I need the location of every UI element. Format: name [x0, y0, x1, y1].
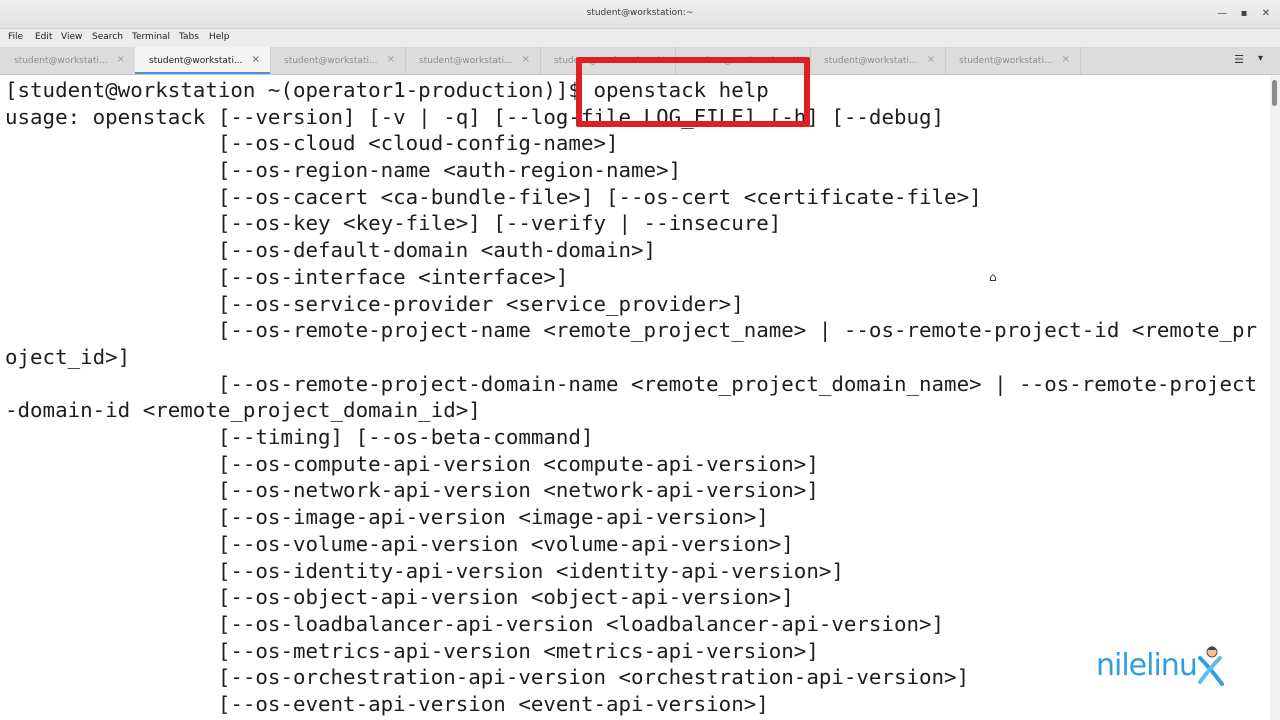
terminal-tab-active[interactable]: student@workstati... × — [135, 47, 271, 74]
tab-label: student@workstati... — [14, 56, 108, 66]
output-line: [--os-remote-project-domain-name <remote… — [5, 372, 1258, 396]
vertical-scrollbar[interactable] — [1270, 75, 1280, 720]
logo-x-icon — [1198, 646, 1224, 686]
tab-close-icon[interactable]: × — [387, 54, 395, 65]
text-cursor-icon: ⌂ — [989, 270, 997, 284]
output-line: [--os-object-api-version <object-api-ver… — [5, 585, 794, 609]
terminal-tab[interactable]: student@workstati... × — [405, 47, 541, 74]
tab-label: student@workstati... — [824, 56, 918, 66]
menu-tabs[interactable]: Tabs — [179, 32, 199, 42]
tab-close-icon[interactable]: × — [252, 54, 260, 65]
output-line: [--timing] [--os-beta-command] — [5, 425, 594, 449]
tab-label: student@workstati... — [959, 56, 1053, 66]
tab-label: student@workstati... — [149, 56, 243, 66]
close-icon[interactable]: ✕ — [1258, 6, 1274, 22]
tab-label: student@workstati... — [284, 56, 378, 66]
terminal-tab[interactable]: student@workstati... × — [810, 47, 946, 74]
menu-help[interactable]: Help — [209, 32, 230, 42]
tab-close-icon[interactable]: × — [117, 54, 125, 65]
output-line: [--os-region-name <auth-region-name>] — [5, 158, 682, 182]
menu-terminal[interactable]: Terminal — [132, 32, 170, 42]
output-line: [--os-cacert <ca-bundle-file>] [--os-cer… — [5, 185, 982, 209]
window-title: student@workstation:~ — [586, 8, 694, 18]
tab-close-icon[interactable]: × — [522, 54, 530, 65]
menu-search[interactable]: Search — [92, 32, 123, 42]
menu-view[interactable]: View — [61, 32, 82, 42]
scrollbar-thumb[interactable] — [1272, 80, 1277, 106]
menu-bar: File Edit View Search Terminal Tabs Help — [0, 29, 1280, 47]
tab-close-icon[interactable]: × — [927, 54, 935, 65]
menu-file[interactable]: File — [8, 32, 23, 42]
output-line: [--os-cloud <cloud-config-name>] — [5, 131, 619, 155]
terminal-window: student@workstation:~ — ▪ ✕ File Edit Vi… — [0, 0, 1280, 720]
output-line: [--os-interface <interface>] — [5, 265, 569, 289]
output-line: [--os-identity-api-version <identity-api… — [5, 559, 844, 583]
output-line: [--os-loadbalancer-api-version <loadbala… — [5, 612, 945, 636]
logo-text: nilelinu — [1096, 648, 1198, 683]
minimize-icon[interactable]: — — [1214, 6, 1230, 22]
output-line: [--os-volume-api-version <volume-api-ver… — [5, 532, 794, 556]
terminal-tab[interactable]: student@workstati... × — [0, 47, 136, 74]
output-line: oject_id>] — [5, 345, 131, 369]
output-line: [--os-event-api-version <event-api-versi… — [5, 692, 769, 716]
output-line: [--os-key <key-file>] [--verify | --inse… — [5, 211, 782, 235]
terminal-tab[interactable]: student@workstati... × — [270, 47, 406, 74]
output-line: [--os-default-domain <auth-domain>] — [5, 238, 657, 262]
tab-list-menu-icon[interactable]: ☰ — [1232, 53, 1246, 67]
output-line: [--os-network-api-version <network-api-v… — [5, 478, 819, 502]
chevron-down-icon[interactable]: ▾ — [1258, 53, 1263, 64]
output-line: [--os-metrics-api-version <metrics-api-v… — [5, 639, 819, 663]
tab-close-icon[interactable]: × — [1062, 54, 1070, 65]
annotation-highlight-box — [576, 57, 810, 127]
terminal-tab[interactable]: student@workstati... × — [945, 47, 1081, 74]
terminal-output[interactable]: [student@workstation ~(operator1-product… — [0, 75, 1270, 720]
menu-edit[interactable]: Edit — [35, 32, 52, 42]
output-line: -domain-id <remote_project_domain_id>] — [5, 398, 481, 422]
output-line: [--os-orchestration-api-version <orchest… — [5, 665, 970, 689]
output-line: [--os-service-provider <service_provider… — [5, 292, 744, 316]
maximize-icon[interactable]: ▪ — [1236, 6, 1252, 22]
title-bar[interactable]: student@workstation:~ — ▪ ✕ — [0, 0, 1280, 29]
nilelinux-logo: nilelinu — [1096, 640, 1226, 690]
output-line: [--os-remote-project-name <remote_projec… — [5, 318, 1258, 342]
tab-label: student@workstati... — [419, 56, 513, 66]
output-line: [--os-compute-api-version <compute-api-v… — [5, 452, 819, 476]
output-line: [--os-image-api-version <image-api-versi… — [5, 505, 769, 529]
